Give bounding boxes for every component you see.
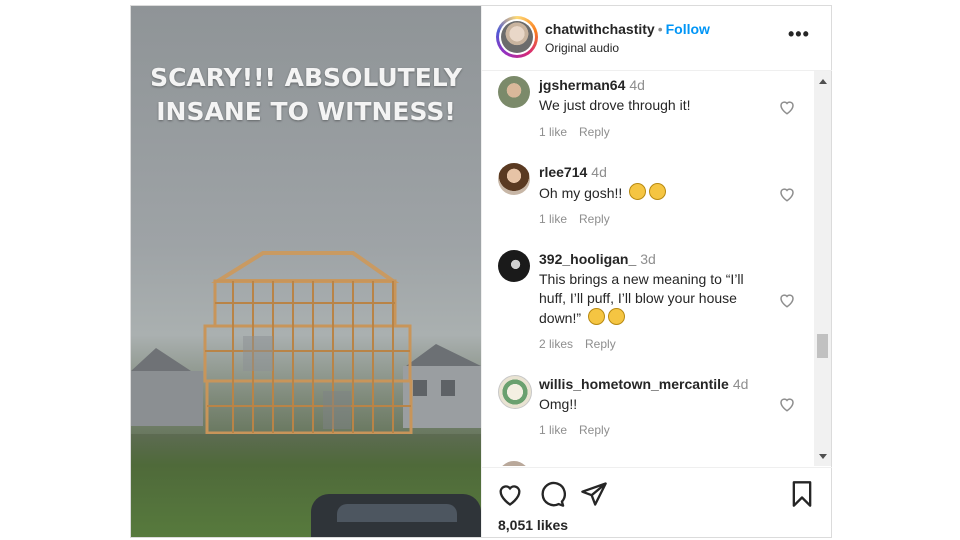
comment-username: jgsherman64 4d bbox=[539, 77, 645, 93]
author-username[interactable]: chatwithchastity bbox=[545, 21, 655, 37]
comment-likes[interactable]: 1 like bbox=[539, 125, 567, 139]
comment-meta: 1 like Reply bbox=[539, 212, 622, 226]
comment-avatar[interactable] bbox=[498, 76, 530, 108]
comment-time: 4d bbox=[732, 376, 749, 392]
reply-button[interactable]: Reply bbox=[579, 423, 610, 437]
comments-scrollbar[interactable] bbox=[814, 71, 831, 466]
comment-avatar-partial bbox=[498, 461, 530, 466]
worried-face-emoji-icon bbox=[649, 183, 667, 200]
post-author: chatwithchastity • Follow bbox=[545, 21, 710, 37]
post-video[interactable]: SCARY!!! ABSOLUTELY INSANE TO WITNESS! bbox=[131, 6, 481, 537]
reply-button[interactable]: Reply bbox=[585, 337, 616, 351]
comment-username-link[interactable]: jgsherman64 bbox=[539, 77, 625, 93]
video-caption: SCARY!!! ABSOLUTELY INSANE TO WITNESS! bbox=[131, 61, 481, 129]
comment-username-link[interactable]: rlee714 bbox=[539, 164, 587, 180]
scrollbar-thumb[interactable] bbox=[817, 334, 828, 358]
more-options-icon[interactable]: ••• bbox=[788, 24, 810, 45]
post-header: chatwithchastity • Follow Original audio •… bbox=[482, 6, 832, 71]
comment-like-icon[interactable] bbox=[778, 185, 796, 203]
comment-meta: 2 likes Reply bbox=[539, 337, 628, 351]
comment-avatar[interactable] bbox=[498, 375, 532, 409]
laughing-emoji-icon bbox=[607, 308, 625, 325]
comment-text-body: Oh my gosh!! bbox=[539, 185, 623, 201]
comment-likes[interactable]: 1 like bbox=[539, 423, 567, 437]
reply-button[interactable]: Reply bbox=[579, 125, 610, 139]
comment-username: rlee714 4d bbox=[539, 164, 607, 180]
comment-likes[interactable]: 2 likes bbox=[539, 337, 573, 351]
caption-line-2: INSANE TO WITNESS! bbox=[156, 97, 456, 126]
scroll-down-arrow-icon[interactable] bbox=[819, 454, 827, 459]
comment-text: Oh my gosh!! bbox=[539, 183, 764, 203]
comment-text: We just drove through it! bbox=[539, 97, 691, 113]
likes-count[interactable]: 8,051 likes bbox=[498, 517, 568, 533]
share-send-icon[interactable] bbox=[580, 480, 608, 508]
comment-text: This brings a new meaning to “I’ll huff,… bbox=[539, 270, 764, 328]
comment-time: 3d bbox=[640, 251, 656, 267]
worried-face-emoji-icon bbox=[629, 183, 647, 200]
comment-bubble-icon[interactable] bbox=[538, 480, 566, 508]
comment-like-icon[interactable] bbox=[778, 98, 796, 116]
comment-avatar[interactable] bbox=[498, 250, 530, 282]
comment-username-link[interactable]: willis_hometown_mercantile bbox=[539, 376, 729, 392]
instagram-post: SCARY!!! ABSOLUTELY INSANE TO WITNESS! c… bbox=[130, 5, 832, 538]
car-roof bbox=[311, 494, 481, 537]
comment-likes[interactable]: 1 like bbox=[539, 212, 567, 226]
laughing-emoji-icon bbox=[587, 308, 605, 325]
house-frame-image bbox=[203, 251, 413, 435]
comment-username: 392_hooligan_ 3d bbox=[539, 251, 656, 267]
audio-label[interactable]: Original audio bbox=[545, 41, 619, 55]
separator-dot: • bbox=[657, 21, 663, 37]
scroll-up-arrow-icon[interactable] bbox=[819, 79, 827, 84]
comment-time: 4d bbox=[591, 164, 607, 180]
comments-list: jgsherman64 4d We just drove through it! … bbox=[482, 71, 814, 466]
comment-avatar[interactable] bbox=[498, 163, 530, 195]
comment-text: Omg!! bbox=[539, 396, 578, 412]
save-bookmark-icon[interactable] bbox=[788, 480, 816, 508]
comment-like-icon[interactable] bbox=[778, 291, 796, 309]
reply-button[interactable]: Reply bbox=[579, 212, 610, 226]
caption-line-1: SCARY!!! ABSOLUTELY bbox=[150, 63, 462, 92]
comment-like-icon[interactable] bbox=[778, 395, 796, 413]
comment-username-link[interactable]: 392_hooligan_ bbox=[539, 251, 636, 267]
comment-meta: 1 like Reply bbox=[539, 423, 622, 437]
comment-meta: 1 like Reply bbox=[539, 125, 622, 139]
post-actions-bar: 8,051 likes bbox=[482, 467, 832, 538]
follow-button[interactable]: Follow bbox=[666, 21, 710, 37]
avatar[interactable] bbox=[496, 16, 538, 58]
comments-panel: chatwithchastity • Follow Original audio •… bbox=[481, 6, 832, 537]
comment-text-body: This brings a new meaning to “I’ll huff,… bbox=[539, 271, 744, 326]
like-heart-icon[interactable] bbox=[496, 480, 524, 508]
comment-time: 4d bbox=[629, 77, 645, 93]
comment-username: willis_hometown_mercantile 4d bbox=[539, 376, 748, 392]
